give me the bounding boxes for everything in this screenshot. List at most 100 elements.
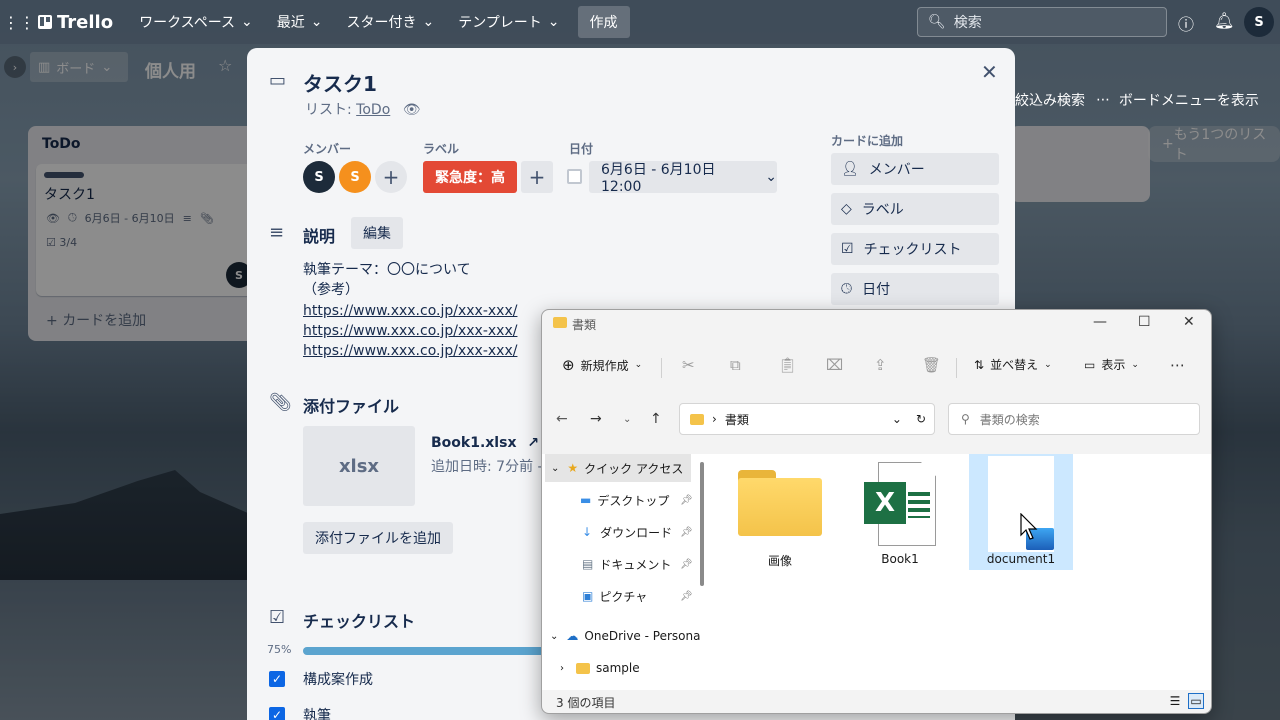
members-label: メンバー <box>303 142 352 156</box>
view-label: 表示 <box>1101 358 1126 372</box>
nav-starred[interactable]: スター付き ⌄ <box>334 6 446 38</box>
nav-templates-label: テンプレート <box>458 15 542 31</box>
side-member-button[interactable]: 👤︎ メンバー <box>831 153 999 185</box>
forward-arrow-icon[interactable]: → <box>590 411 602 427</box>
details-view-icon[interactable]: ☰ <box>1167 693 1183 709</box>
filter-button[interactable]: 絞込み検索 <box>1015 86 1085 114</box>
refresh-icon[interactable]: ↻ <box>916 412 926 426</box>
labels-label: ラベル <box>423 142 460 156</box>
explorer-search-input[interactable]: ⚲ 書類の検索 <box>948 403 1200 435</box>
checklist-item-checkbox[interactable]: ✓ <box>269 707 285 720</box>
attachment-thumbnail[interactable]: xlsx <box>303 426 415 506</box>
paste-icon[interactable]: 📋︎ <box>778 356 797 374</box>
file-item-document1[interactable]: document1 <box>969 454 1073 570</box>
large-icons-view-icon[interactable]: ▭ <box>1188 693 1204 709</box>
excel-icon: X <box>864 462 936 546</box>
close-icon[interactable]: ✕ <box>1183 314 1195 330</box>
checklist-item-checkbox[interactable]: ✓ <box>269 671 285 687</box>
date-button[interactable]: 6月6日 - 6月10日 12:00 ⌄ <box>589 161 777 195</box>
list-link[interactable]: ToDo <box>356 102 390 118</box>
chevron-down-icon: ⌄ <box>765 169 777 185</box>
recent-chevron-icon[interactable]: ⌄ <box>623 414 631 425</box>
chevron-down-icon: ⌄ <box>422 14 435 30</box>
edit-description-button[interactable]: 編集 <box>351 217 403 249</box>
description-link[interactable]: https://www.xxx.co.jp/xxx-xxx/ <box>303 301 517 321</box>
checklist-icon: ☑ <box>841 241 854 257</box>
chevron-down-icon[interactable]: ⌄ <box>892 412 902 426</box>
close-icon[interactable]: ✕ <box>981 60 998 84</box>
side-label-button[interactable]: ◇ ラベル <box>831 193 999 225</box>
description-link[interactable]: https://www.xxx.co.jp/xxx-xxx/ <box>303 341 517 361</box>
minimize-icon[interactable]: — <box>1093 314 1107 330</box>
app-name: Trello <box>57 11 114 33</box>
description-body[interactable]: 執筆テーマ：〇〇について （参考） https://www.xxx.co.jp/… <box>303 260 517 361</box>
nav-templates[interactable]: テンプレート ⌄ <box>446 6 571 38</box>
nav-pictures[interactable]: ▣ ピクチャ 📌︎ <box>542 582 693 610</box>
trello-logo-icon <box>38 15 52 29</box>
attachment-name[interactable]: Book1.xlsx ↗ <box>431 435 539 451</box>
delete-icon[interactable]: 🗑︎ <box>922 356 941 374</box>
label-chip-urgent[interactable]: 緊急度：高 <box>423 161 517 193</box>
nav-quick-access[interactable]: ⌄ ★ クイック アクセス <box>545 454 691 482</box>
explorer-toolbar: ⊕ 新規作成 ⌄ ✂ ⧉ 📋︎ ⌧ ⇪ 🗑︎ ⇅ 並べ替え ⌄ ▭ 表示 ⌄ ⋯ <box>542 348 1211 384</box>
add-member-button[interactable]: + <box>375 161 407 193</box>
side-member-label: メンバー <box>868 162 925 178</box>
date-complete-checkbox[interactable] <box>567 169 582 184</box>
new-label: 新規作成 <box>580 358 629 373</box>
maximize-icon[interactable]: ☐ <box>1138 314 1151 330</box>
chevron-down-icon: ⌄ <box>551 462 560 474</box>
member-avatar[interactable]: S <box>303 161 335 193</box>
new-button[interactable]: ⊕ 新規作成 ⌄ <box>562 356 642 374</box>
nav-workspaces-label: ワークスペース <box>139 15 235 31</box>
modal-title[interactable]: タスク1 <box>303 68 377 97</box>
checklist-icon: ☑ <box>269 607 286 628</box>
board-menu-button[interactable]: ⋯ ボードメニューを表示 <box>1096 86 1259 114</box>
nav-desktop[interactable]: ▬ デスクトップ 📌︎ <box>542 486 693 514</box>
side-checklist-button[interactable]: ☑ チェックリスト <box>831 233 999 265</box>
plus-circle-icon: ⊕ <box>562 356 575 374</box>
file-item-book1[interactable]: X Book1 <box>848 454 952 570</box>
nav-documents[interactable]: ▤ ドキュメント 📌︎ <box>542 550 693 578</box>
folder-item-images[interactable]: 画像 <box>728 454 832 570</box>
apps-grid-icon[interactable]: ⋮⋮ <box>0 13 38 32</box>
cut-icon[interactable]: ✂ <box>682 356 695 374</box>
view-button[interactable]: ▭ 表示 ⌄ <box>1084 356 1139 373</box>
filter-label: 絞込み検索 <box>1015 93 1085 109</box>
external-link-icon: ↗ <box>527 435 540 451</box>
nav-scrollbar[interactable] <box>700 462 704 586</box>
bell-icon[interactable]: 🔔︎ <box>1214 11 1234 30</box>
checklist-item-text[interactable]: 構成案作成 <box>303 669 373 689</box>
nav-workspaces[interactable]: ワークスペース ⌄ <box>127 6 265 38</box>
share-icon[interactable]: ⇪ <box>874 356 887 374</box>
user-avatar[interactable]: S <box>1244 7 1274 37</box>
search-input[interactable]: 🔍︎ 検索 <box>917 7 1167 37</box>
checklist-item-text[interactable]: 執筆 <box>303 705 331 720</box>
nav-sample[interactable]: › sample <box>542 654 692 682</box>
side-date-button[interactable]: 🕓︎ 日付 <box>831 273 999 305</box>
chevron-down-icon: ⌄ <box>550 630 559 642</box>
nav-downloads[interactable]: ↓ ダウンロード 📌︎ <box>542 518 693 546</box>
member-avatar[interactable]: S <box>339 161 371 193</box>
copy-icon[interactable]: ⧉ <box>730 356 741 374</box>
create-button[interactable]: 作成 <box>577 6 630 38</box>
up-arrow-icon[interactable]: ↑ <box>650 411 662 427</box>
trello-logo[interactable]: Trello <box>38 12 113 33</box>
back-arrow-icon[interactable]: ← <box>556 411 568 427</box>
add-attachment-button[interactable]: 添付ファイルを追加 <box>303 522 453 554</box>
side-label-label: ラベル <box>861 202 904 218</box>
info-icon[interactable]: ⓘ <box>1178 11 1194 35</box>
rename-icon[interactable]: ⌧ <box>826 356 843 374</box>
nav-recent[interactable]: 最近 ⌄ <box>265 6 335 38</box>
address-bar[interactable]: › 書類 ⌄ ↻ <box>679 403 935 435</box>
nav-recent-label: 最近 <box>276 15 305 31</box>
more-icon[interactable]: ⋯ <box>1170 356 1185 374</box>
pin-icon: 📌︎ <box>680 558 693 570</box>
eye-icon[interactable]: 👁︎ <box>403 102 421 118</box>
sort-button[interactable]: ⇅ 並べ替え ⌄ <box>974 356 1052 373</box>
modal-list-line: リスト: ToDo 👁︎ <box>305 99 421 119</box>
explorer-titlebar[interactable]: 書類 — ☐ ✕ <box>542 310 1211 338</box>
nav-onedrive[interactable]: ⌄ ☁ OneDrive - Persona <box>542 622 702 650</box>
add-label-button[interactable]: + <box>521 161 553 193</box>
nav-label: デスクトップ <box>597 493 670 508</box>
description-link[interactable]: https://www.xxx.co.jp/xxx-xxx/ <box>303 321 517 341</box>
